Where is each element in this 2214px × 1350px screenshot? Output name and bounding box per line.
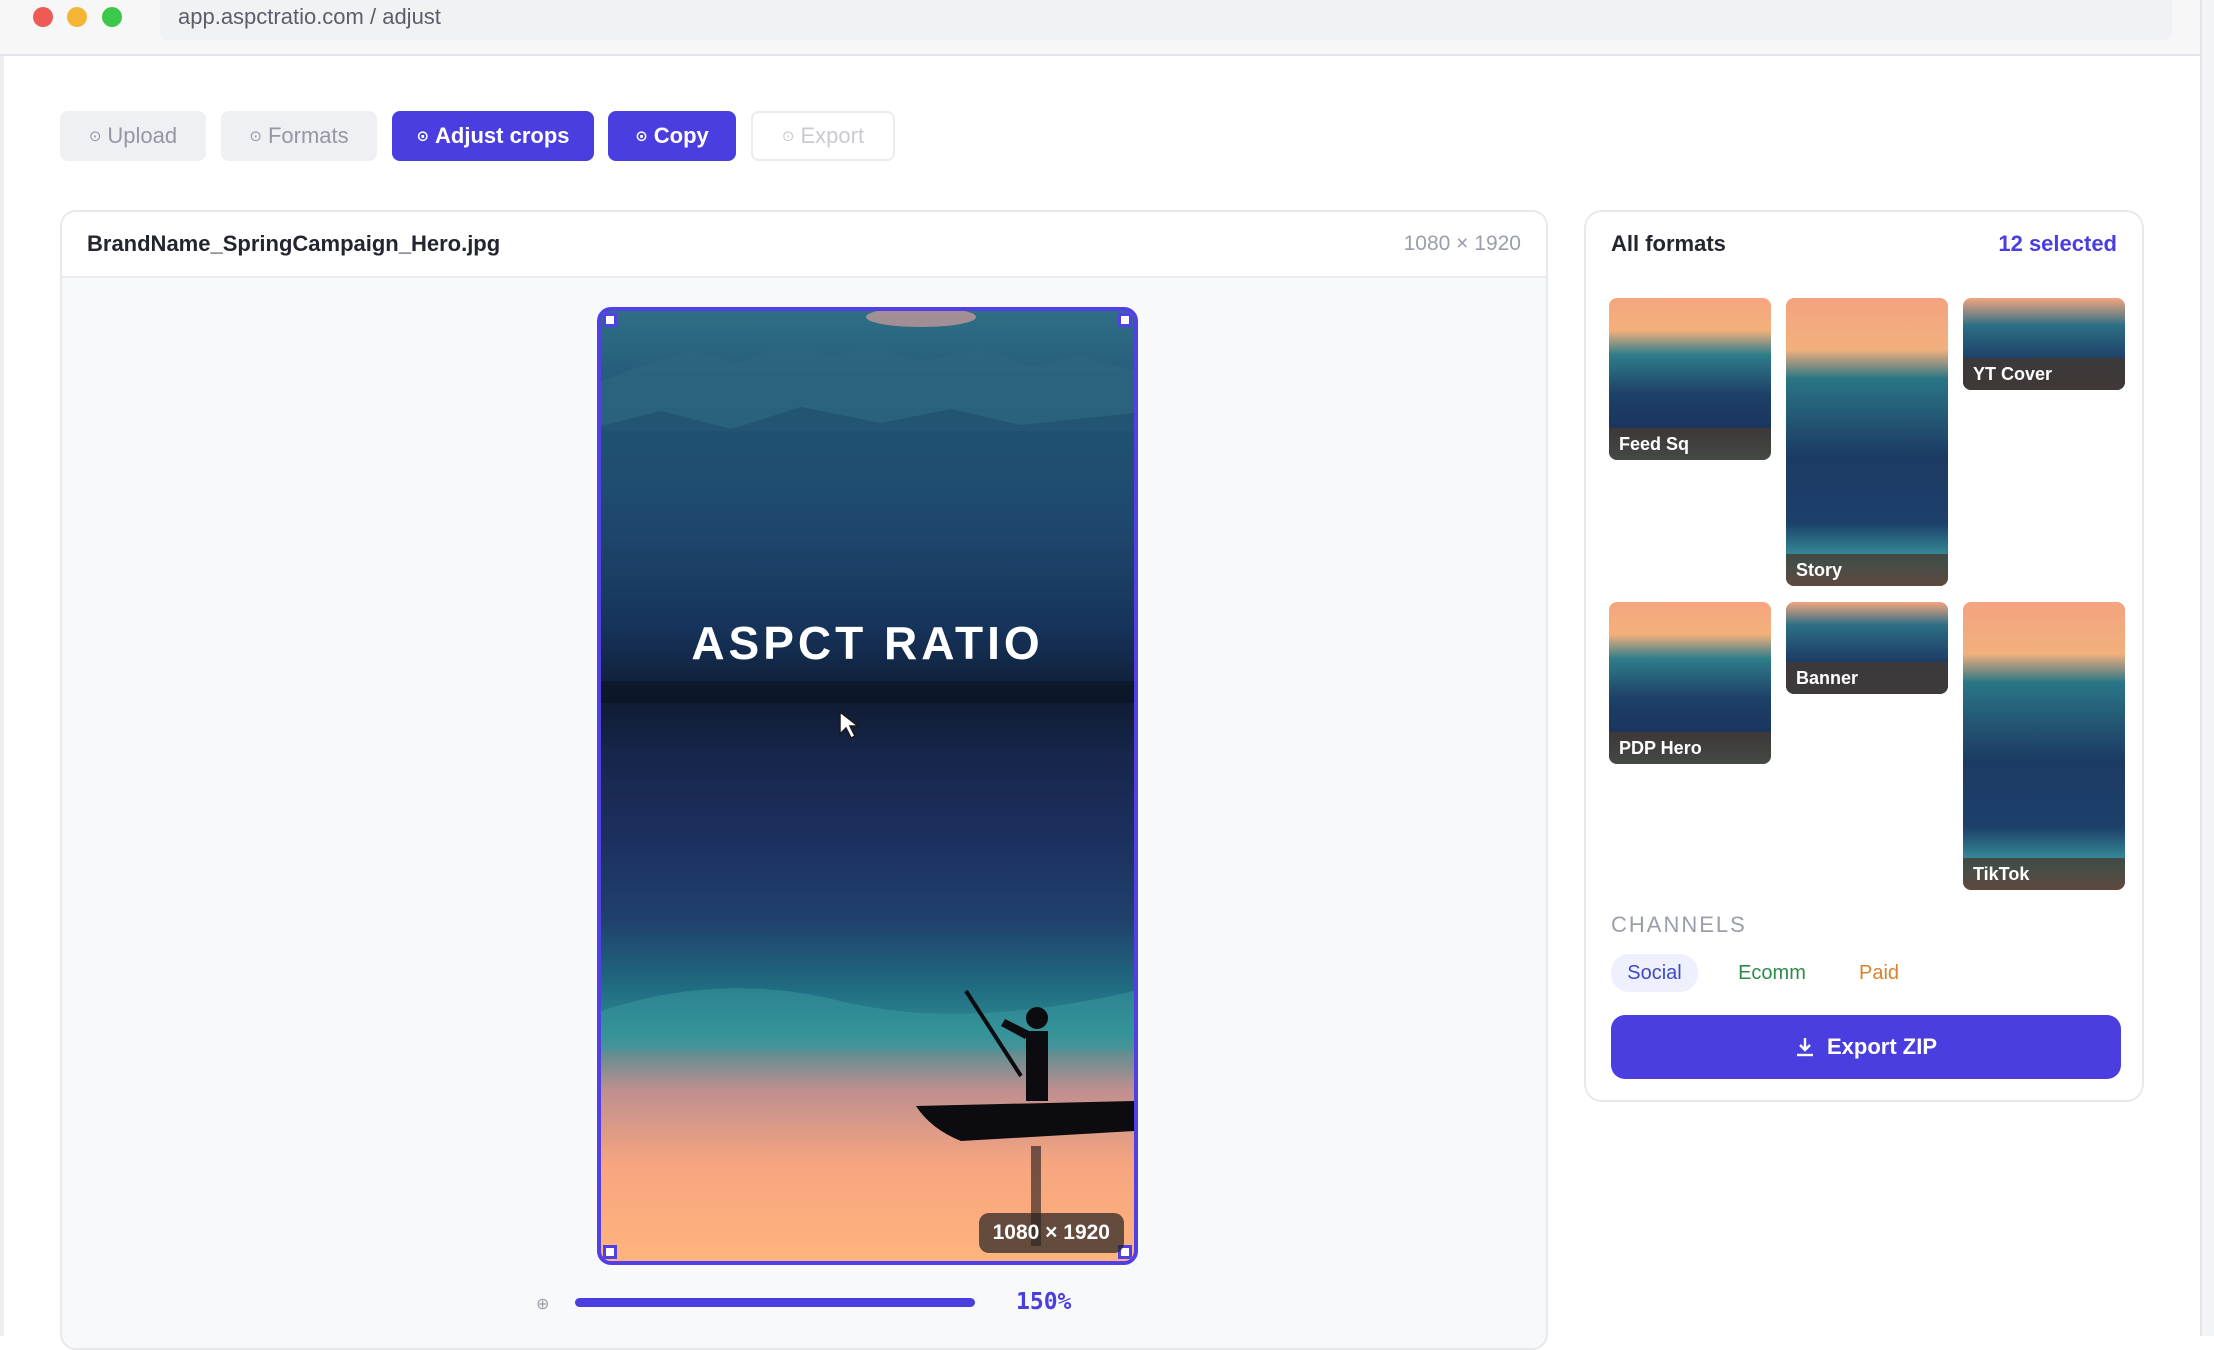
export-zip-button[interactable]: Export ZIP — [1611, 1015, 2121, 1079]
zoom-slider-fill — [575, 1298, 975, 1307]
circle-dot-icon: ⊙ — [88, 127, 102, 145]
mouse-cursor-icon — [839, 710, 861, 740]
circle-dot-icon: ⊙ — [249, 127, 262, 145]
format-thumb-story[interactable]: Story — [1786, 298, 1948, 586]
step-export-label: Export — [800, 123, 865, 148]
step-formats-button[interactable]: ⊙ Formats — [221, 111, 377, 161]
circle-dot-icon: ⊙ — [416, 127, 430, 145]
zoom-slider[interactable] — [575, 1298, 975, 1307]
channel-tag-paid[interactable]: Paid — [1841, 954, 1917, 992]
channel-tag-social[interactable]: Social — [1611, 954, 1698, 992]
crop-handle-bottom-left[interactable] — [603, 1245, 617, 1259]
circle-dot-icon: ⊙ — [635, 127, 648, 145]
crop-handle-top-right[interactable] — [1118, 313, 1132, 327]
landscape-artwork — [601, 311, 1134, 1246]
format-thumb-feed-sq[interactable]: Feed Sq — [1609, 298, 1771, 460]
circle-dot-icon: ⊙ — [781, 127, 795, 145]
crop-dimensions-badge: 1080 × 1920 — [978, 1213, 1124, 1253]
export-zip-label: Export ZIP — [1826, 1034, 1937, 1059]
format-thumb-pdp-hero[interactable]: PDP Hero — [1609, 602, 1771, 764]
zoom-icon[interactable]: ⊕ — [536, 1294, 549, 1314]
format-thumb-tiktok[interactable]: TikTok — [1963, 602, 2125, 890]
formats-panel: All formats 12 selected Feed Sq Story YT… — [1584, 210, 2144, 1102]
channels-heading: CHANNELS — [1611, 912, 1747, 937]
maximize-window-button[interactable] — [102, 7, 122, 27]
file-dimensions: 1080 × 1920 — [1403, 232, 1521, 255]
channel-tag-ecomm[interactable]: Ecomm — [1706, 954, 1838, 992]
format-thumb-yt-cover[interactable]: YT Cover — [1963, 298, 2125, 390]
format-thumb-label: PDP Hero — [1609, 732, 1771, 764]
window-scrollbar[interactable] — [2200, 0, 2214, 1336]
step-formats-label: Formats — [267, 123, 349, 148]
download-icon — [1796, 1038, 1813, 1057]
close-window-button[interactable] — [33, 7, 53, 27]
url-text: app.aspctratio.com / adjust — [178, 4, 441, 29]
browser-chrome: app.aspctratio.com / adjust — [0, 0, 2214, 56]
file-name: BrandName_SpringCampaign_Hero.jpg — [87, 231, 501, 256]
format-thumb-label: YT Cover — [1963, 358, 2125, 390]
formats-selected-count[interactable]: 12 selected — [1998, 231, 2117, 257]
editor-header: BrandName_SpringCampaign_Hero.jpg 1080 ×… — [62, 212, 1546, 278]
window-left-edge — [0, 56, 4, 1336]
crop-editor-panel: BrandName_SpringCampaign_Hero.jpg 1080 ×… — [60, 210, 1548, 1350]
step-adjust-label: Adjust crops — [435, 123, 570, 148]
crop-frame[interactable]: ASPCT RATIO 1080 × 1920 — [597, 307, 1138, 1265]
zoom-level: 150% — [1016, 1289, 1072, 1315]
address-bar[interactable]: app.aspctratio.com / adjust — [160, 0, 2172, 40]
formats-title: All formats — [1611, 231, 1726, 256]
format-thumb-label: Banner — [1786, 662, 1948, 694]
format-thumb-label: TikTok — [1963, 858, 2125, 890]
step-upload-button[interactable]: ⊙ Upload — [60, 111, 206, 161]
format-thumb-banner[interactable]: Banner — [1786, 602, 1948, 694]
format-thumb-label: Story — [1786, 554, 1948, 586]
crop-handle-top-left[interactable] — [603, 313, 617, 327]
step-export-button[interactable]: ⊙ Export — [751, 111, 895, 161]
step-copy-button[interactable]: ⊙ Copy — [608, 111, 736, 161]
format-thumb-label: Feed Sq — [1609, 428, 1771, 460]
crop-overlay-title: ASPCT RATIO — [691, 617, 1044, 669]
step-copy-label: Copy — [653, 123, 709, 148]
step-upload-label: Upload — [107, 123, 178, 148]
step-adjust-crops-button[interactable]: ⊙ Adjust crops — [392, 111, 594, 161]
minimize-window-button[interactable] — [67, 7, 87, 27]
